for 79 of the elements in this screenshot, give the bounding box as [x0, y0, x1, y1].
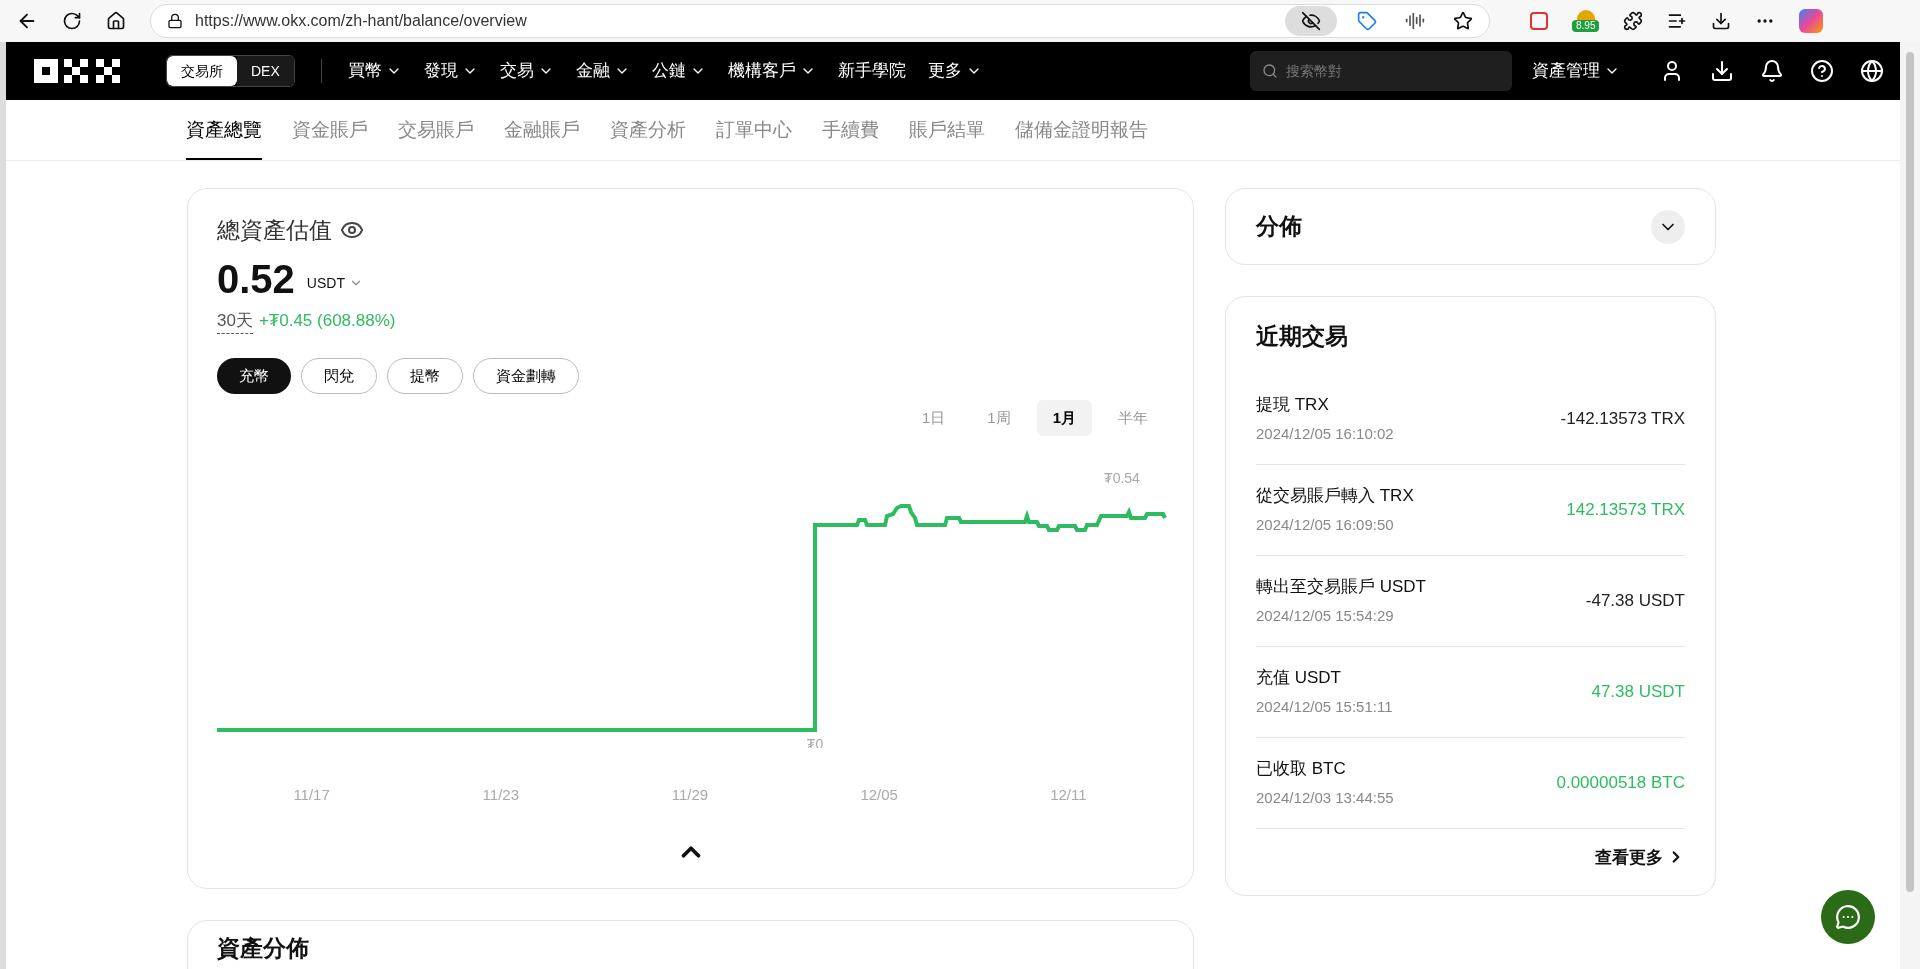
- address-bar[interactable]: https://www.okx.com/zh-hant/balance/overview: [150, 4, 1490, 38]
- lock-icon: [167, 13, 183, 29]
- tracking-toggle[interactable]: [1285, 6, 1337, 36]
- refresh-icon[interactable]: [62, 11, 82, 31]
- sub-tab[interactable]: 儲備金證明報告: [1015, 115, 1148, 160]
- axis-label: 11/23: [482, 785, 519, 805]
- sub-tab[interactable]: 資金賬戶: [292, 115, 368, 160]
- sub-tab[interactable]: 金融賬戶: [504, 115, 580, 160]
- mode-tab[interactable]: DEX: [237, 56, 294, 86]
- trade-amount: 0.00000518 BTC: [1556, 771, 1685, 794]
- sub-tab[interactable]: 交易賬戶: [398, 115, 474, 160]
- section-title: 分佈: [1256, 212, 1302, 242]
- trade-amount: 47.38 USDT: [1591, 680, 1685, 703]
- favorites-icon[interactable]: [1667, 11, 1688, 31]
- axis-label: 11/17: [293, 785, 330, 805]
- assistant-icon[interactable]: [1799, 9, 1824, 33]
- trade-title: 提現 TRX: [1256, 393, 1330, 416]
- view-more-link[interactable]: 查看更多: [1595, 844, 1685, 870]
- tag-icon[interactable]: [1357, 11, 1377, 31]
- sub-tab[interactable]: 手續費: [822, 115, 879, 160]
- nav-item[interactable]: 更多: [927, 58, 982, 84]
- sub-tab[interactable]: 訂單中心: [716, 115, 792, 160]
- help-icon[interactable]: [1810, 59, 1834, 83]
- trade-title: 已收取 BTC: [1256, 757, 1347, 780]
- nav-item[interactable]: 機構客戶: [727, 58, 816, 84]
- axis-label: 11/29: [671, 785, 709, 805]
- trade-time: 2024/12/05 16:10:02: [1256, 424, 1394, 444]
- trade-amount: -142.13573 TRX: [1560, 407, 1685, 430]
- nav-item[interactable]: 買幣: [347, 58, 402, 84]
- sub-tab[interactable]: 賬戶結單: [909, 115, 985, 160]
- sub-tab[interactable]: 資產分析: [610, 115, 686, 160]
- nav-item[interactable]: 發現: [423, 58, 478, 84]
- trade-time: 2024/12/05 15:51:11: [1256, 697, 1393, 717]
- search-field[interactable]: 搜索幣對: [1250, 51, 1512, 91]
- nav-item[interactable]: 公鏈: [651, 58, 706, 84]
- max-label: ₮0.54: [1104, 470, 1140, 486]
- action-button[interactable]: 充幣: [217, 358, 291, 394]
- extensions-icon[interactable]: [1623, 11, 1644, 31]
- notification-icon[interactable]: [1760, 59, 1784, 83]
- trade-title: 充值 USDT: [1256, 666, 1342, 689]
- trade-time: 2024/12/05 15:54:29: [1256, 606, 1395, 626]
- axis-label: 12/05: [860, 785, 898, 805]
- trade-time: 2024/12/03 13:44:55: [1256, 788, 1394, 808]
- section-title: 近期交易: [1256, 322, 1349, 351]
- nav-item[interactable]: 新手學院: [837, 58, 906, 84]
- mode-tab[interactable]: 交易所: [167, 56, 237, 86]
- favorite-icon[interactable]: [1453, 11, 1473, 31]
- trade-amount: -47.38 USDT: [1585, 589, 1685, 612]
- asset-menu[interactable]: 資產管理: [1532, 58, 1620, 84]
- trade-time: 2024/12/05 16:09:50: [1256, 515, 1395, 535]
- read-aloud-icon[interactable]: [1405, 11, 1425, 31]
- nav-item[interactable]: 交易: [499, 58, 554, 84]
- chat-icon: [1835, 904, 1861, 930]
- download-icon[interactable]: [1711, 11, 1732, 31]
- extension-icon[interactable]: [1530, 12, 1548, 30]
- section-title: 資產分佈: [217, 935, 309, 961]
- trade-title: 從交易賬戶轉入 TRX: [1256, 484, 1414, 507]
- chat-button[interactable]: [1821, 890, 1875, 944]
- axis-label: 12/11: [1050, 785, 1087, 805]
- url-text: https://www.okx.com/zh-hant/balance/overview: [195, 11, 528, 31]
- action-button[interactable]: 資金劃轉: [473, 358, 579, 394]
- trade-amount: 142.13573 TRX: [1566, 498, 1685, 521]
- currency-select[interactable]: USDT: [306, 272, 363, 294]
- trade-title: 轉出至交易賬戶 USDT: [1256, 575, 1426, 598]
- change-value: +₮0.45 (608.88%): [258, 310, 396, 332]
- eye-off-icon: [1301, 11, 1321, 31]
- period-label[interactable]: 30天: [217, 307, 253, 334]
- sub-tab[interactable]: 資產總覽: [186, 115, 262, 160]
- action-button[interactable]: 閃兌: [301, 358, 377, 394]
- scrollbar[interactable]: [1900, 42, 1920, 969]
- card-title: 總資產估值: [217, 216, 332, 245]
- range-tab[interactable]: 1月: [1036, 400, 1092, 436]
- download-icon[interactable]: [1710, 59, 1734, 83]
- total-amount: 0.52: [217, 255, 295, 303]
- action-button[interactable]: 提幣: [387, 358, 463, 394]
- nav-item[interactable]: 金融: [575, 58, 630, 84]
- language-icon[interactable]: [1860, 59, 1884, 83]
- search-icon: [1262, 63, 1278, 79]
- home-icon[interactable]: [106, 11, 126, 31]
